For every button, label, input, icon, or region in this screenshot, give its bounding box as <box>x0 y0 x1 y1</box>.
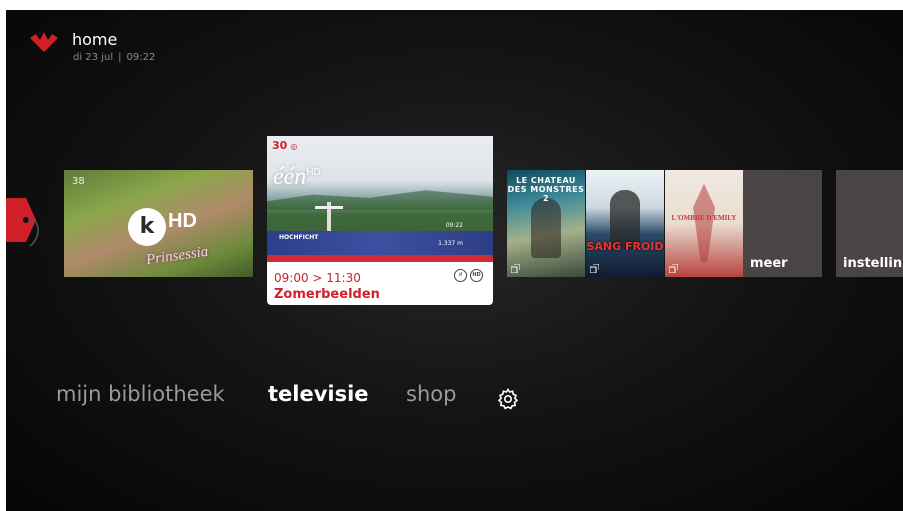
tv-home-screen: home di 23 jul | 09:22 38 k HD Prinsessia … <box>6 10 903 511</box>
movie-poster[interactable]: SANG FROID <box>586 170 664 277</box>
channel-tile-een[interactable]: 30 ◎ éénHD HOCHFICHT 09:22 1.337 m 09:00 … <box>267 136 493 305</box>
een-hd-label: HD <box>306 167 321 178</box>
poster-title: L'OMBRE D'EMILY <box>671 214 737 222</box>
record-icon: ◎ <box>290 142 298 151</box>
tag-icon <box>6 198 39 247</box>
movie-poster[interactable]: L'OMBRE D'EMILY <box>665 170 743 277</box>
replay-icon: ↺ <box>454 269 467 282</box>
page-title: home <box>72 30 118 49</box>
poster-figure <box>531 198 561 258</box>
channel-number-value: 30 <box>272 139 288 152</box>
een-logo-text: één <box>273 164 307 190</box>
webcam-overlay: HOCHFICHT 09:22 1.337 m <box>267 222 493 255</box>
channel-number: 38 <box>72 176 85 187</box>
overlay-altitude: 1.337 m <box>438 240 463 247</box>
collection-icon <box>511 264 520 273</box>
nav-item-shop[interactable]: shop <box>406 382 456 406</box>
overlay-place: HOCHFICHT <box>279 234 319 241</box>
progress-bar <box>267 255 493 262</box>
gear-icon[interactable] <box>496 387 520 411</box>
settings-tile-label: instellin <box>843 256 903 271</box>
more-label: meer <box>750 256 788 271</box>
channel-number: 30 ◎ <box>272 139 297 152</box>
mountain-ridge <box>267 190 493 210</box>
ketnet-logo: k <box>128 208 166 246</box>
poster-title: SANG FROID <box>586 240 664 253</box>
time-label: 09:22 <box>126 52 156 63</box>
more-tile[interactable]: meer <box>743 170 822 277</box>
hd-icon: HD <box>470 269 483 282</box>
poster-figure <box>693 184 715 262</box>
date-label: di 23 jul <box>73 52 114 63</box>
program-thumbnail: 30 ◎ éénHD HOCHFICHT 09:22 1.337 m <box>267 136 493 262</box>
hd-label: HD <box>168 210 197 232</box>
een-logo: éénHD <box>273 164 321 191</box>
date-time: di 23 jul | 09:22 <box>73 52 156 63</box>
nav-item-bibliotheek[interactable]: mijn bibliotheek <box>56 382 225 406</box>
red-bird-logo <box>30 32 58 52</box>
program-icons: ↺ HD <box>454 269 483 282</box>
nav-item-televisie[interactable]: televisie <box>268 382 369 406</box>
collection-icon <box>669 264 678 273</box>
settings-tile[interactable]: instellin <box>836 170 903 277</box>
movie-poster[interactable]: LE CHATEAU DES MONSTRES 2 <box>507 170 585 277</box>
ski-lift-arm <box>315 206 343 209</box>
poster-title: LE CHATEAU DES MONSTRES 2 <box>507 176 585 203</box>
overlay-time: 09:22 <box>445 222 463 229</box>
collection-icon <box>590 264 599 273</box>
program-art-title: Prinsessia <box>145 243 210 269</box>
program-title: Zomerbeelden <box>274 287 380 302</box>
program-time: 09:00 > 11:30 <box>274 271 361 285</box>
channel-tile-ketnet[interactable]: 38 k HD Prinsessia <box>64 170 253 277</box>
